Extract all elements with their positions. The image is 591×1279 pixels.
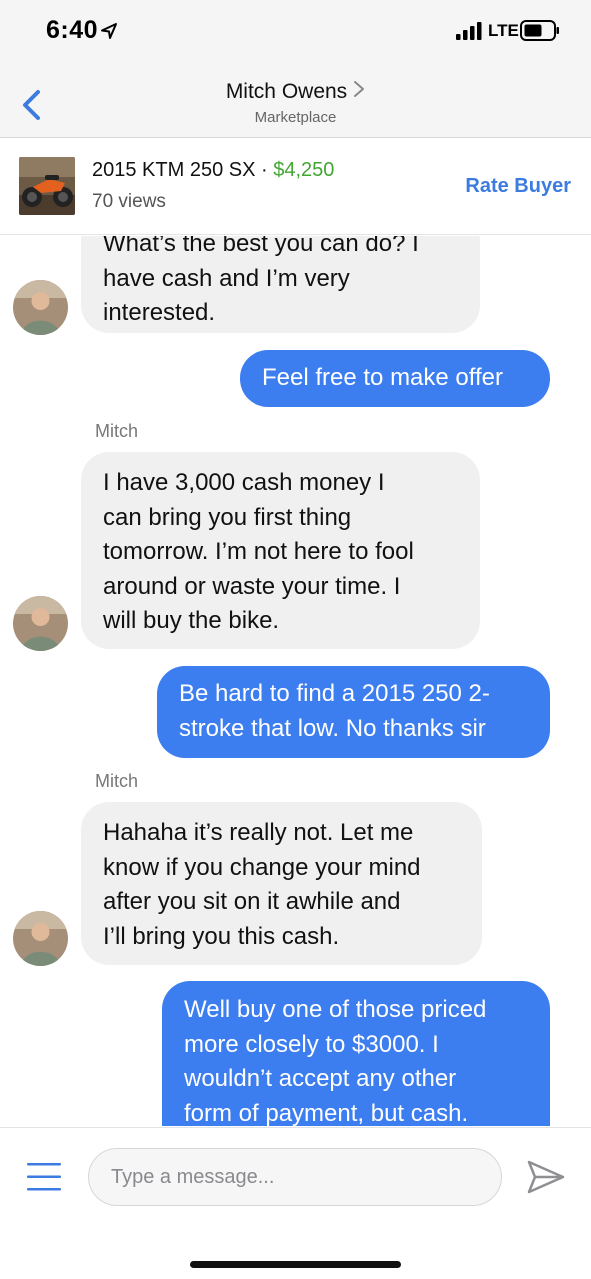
- status-time: 6:40: [46, 16, 99, 44]
- conversation-header: Mitch Owens Marketplace: [0, 80, 591, 126]
- message-line: interested.: [103, 299, 216, 326]
- listing-price: $4,250: [273, 159, 335, 181]
- message-bubble-outgoing[interactable]: Well buy one of those priced more closel…: [162, 981, 550, 1126]
- message-line: can bring you first thing: [103, 503, 352, 531]
- message-line: I have 3,000 cash money I: [103, 469, 385, 496]
- message-list[interactable]: What’s the best you can do? I have cash …: [0, 236, 591, 1126]
- message-line: after you sit on it awhile and: [103, 888, 401, 915]
- location-arrow-icon: [101, 23, 117, 39]
- listing-bar[interactable]: 2015 KTM 250 SX · $4,250 70 views Rate B…: [0, 139, 591, 235]
- signal-icon: [456, 22, 482, 40]
- avatar: [13, 911, 68, 966]
- message-line: stroke that low. No thanks sir: [179, 714, 486, 742]
- message-line: around or waste your time. I: [103, 572, 401, 600]
- listing-title: 2015 KTM 250 SX: [92, 159, 256, 181]
- message-line: Feel free to make offer: [262, 364, 504, 391]
- sender-name: Mitch: [95, 771, 139, 791]
- avatar: [13, 280, 68, 335]
- listing-separator: ·: [255, 159, 274, 181]
- message-bubble-outgoing[interactable]: Be hard to find a 2015 250 2- stroke tha…: [157, 666, 550, 758]
- message-line: more closely to $3000. I: [184, 1030, 439, 1058]
- message-bubble-incoming[interactable]: I have 3,000 cash money I can bring you …: [81, 452, 480, 649]
- send-icon[interactable]: [526, 1159, 566, 1195]
- message-line: Be hard to find a 2015 250 2-: [179, 680, 490, 707]
- message-line: have cash and I’m very: [103, 264, 350, 292]
- message-line: What’s the best you can do? I: [103, 236, 419, 257]
- message-bubble-incoming[interactable]: Hahaha it’s really not. Let me know if y…: [81, 802, 482, 965]
- listing-thumbnail: [19, 157, 75, 215]
- home-indicator[interactable]: [190, 1261, 401, 1268]
- message-line: Well buy one of those priced: [184, 996, 487, 1023]
- network-type: LTE: [488, 21, 519, 40]
- listing-views: 70 views: [92, 191, 166, 212]
- avatar: [13, 596, 68, 651]
- message-line: form of payment, but cash.: [184, 1099, 469, 1127]
- battery-icon: [520, 20, 559, 41]
- top-bar: 6:40 LTE Mitch Owens Marketplace: [0, 0, 591, 138]
- message-bubble-incoming[interactable]: What’s the best you can do? I have cash …: [81, 236, 480, 333]
- message-bubble-outgoing[interactable]: Feel free to make offer: [240, 350, 550, 407]
- rate-buyer-button[interactable]: Rate Buyer: [465, 175, 571, 198]
- message-line: will buy the bike.: [103, 607, 280, 634]
- message-composer: [0, 1127, 591, 1279]
- message-line: know if you change your mind: [103, 853, 421, 881]
- message-line: wouldn’t accept any other: [184, 1065, 457, 1092]
- chevron-right-icon[interactable]: [353, 80, 365, 98]
- contact-name[interactable]: Mitch Owens: [226, 80, 347, 104]
- message-line: tomorrow. I’m not here to fool: [103, 538, 414, 565]
- message-line: I’ll bring you this cash.: [103, 922, 340, 950]
- menu-icon[interactable]: [27, 1162, 61, 1192]
- message-input[interactable]: [88, 1148, 502, 1206]
- sender-name: Mitch: [95, 421, 139, 441]
- listing-title-row: 2015 KTM 250 SX · $4,250: [92, 159, 334, 182]
- contact-subtitle: Marketplace: [254, 109, 337, 126]
- message-line: Hahaha it’s really not. Let me: [103, 819, 414, 846]
